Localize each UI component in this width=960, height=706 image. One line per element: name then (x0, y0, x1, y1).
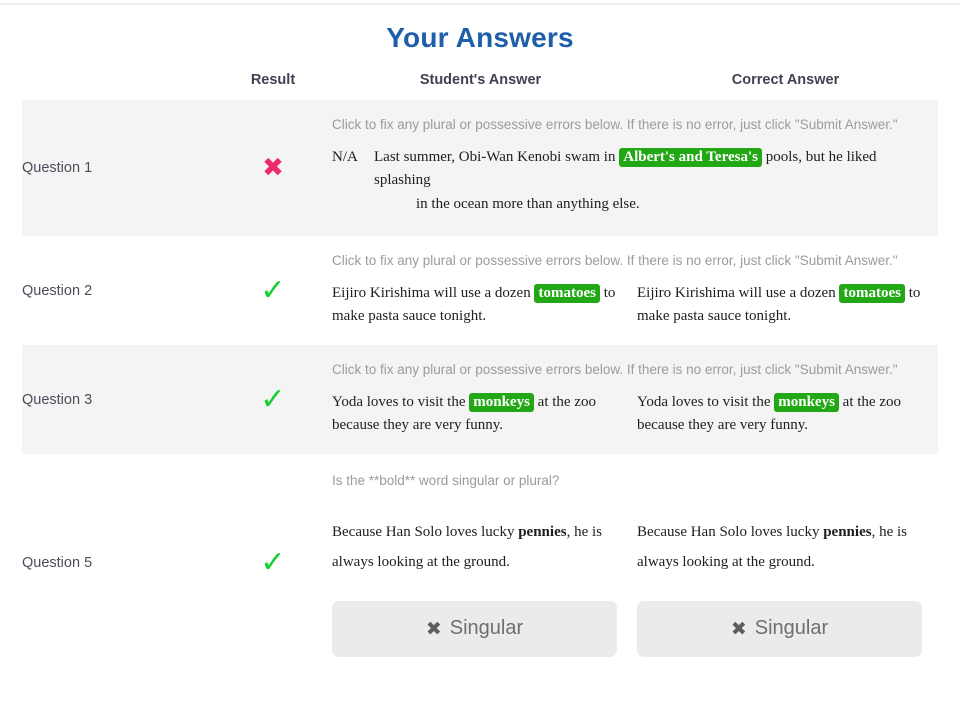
highlighted-answer[interactable]: Albert's and Teresa's (619, 148, 762, 168)
answers-page: Your Answers Result Student's Answer Cor… (0, 0, 960, 706)
check-icon: ✓ (260, 381, 286, 417)
answer-text-before: Because Han Solo loves lucky (637, 523, 820, 540)
student-answer-text: Eijiro Kirishima will use a dozen tomato… (328, 276, 633, 345)
top-divider (0, 3, 960, 5)
question-label: Question 1 (22, 100, 218, 236)
table-header-row: Result Student's Answer Correct Answer (22, 72, 938, 100)
table-row: Question 3 ✓ Click to fix any plural or … (22, 345, 938, 455)
highlighted-answer: tomatoes (839, 284, 905, 304)
student-answer-text: N/A Last summer, Obi-Wan Kenobi swam in … (328, 140, 938, 236)
answers-table: Result Student's Answer Correct Answer Q… (22, 72, 938, 671)
question-label: Question 3 (22, 345, 218, 455)
result-cell: ✓ (218, 235, 328, 346)
answer-content-cell: Is the **bold** word singular or plural?… (328, 454, 938, 671)
check-icon: ✓ (260, 544, 286, 580)
question-prompt: Is the **bold** word singular or plural? (332, 473, 560, 489)
correct-answer-text: Because Han Solo loves lucky pennies, he… (637, 517, 926, 577)
answer-text-before: Because Han Solo loves lucky (332, 523, 515, 540)
bold-word: pennies (823, 523, 872, 540)
cross-icon: ✖ (425, 617, 442, 640)
answer-text-line2: in the ocean more than anything else. (416, 195, 640, 212)
student-choice-button[interactable]: ✖ Singular (332, 600, 617, 657)
check-icon: ✓ (260, 272, 286, 308)
question-prompt: Click to fix any plural or possessive er… (332, 117, 898, 132)
bold-word: pennies (518, 523, 567, 540)
cross-icon: ✖ (730, 617, 747, 640)
answer-text-before: Yoda loves to visit the (332, 394, 466, 411)
result-cell: ✓ (218, 345, 328, 455)
answer-text-before: Yoda loves to visit the (637, 394, 771, 411)
correct-choice-label: Singular (754, 617, 829, 640)
header-correct-answer: Correct Answer (731, 72, 840, 88)
answer-content-cell: Click to fix any plural or possessive er… (328, 100, 938, 236)
question-prompt: Click to fix any plural or possessive er… (332, 252, 898, 268)
header-student-answer: Student's Answer (419, 72, 542, 88)
student-answer-text: Yoda loves to visit the monkeys at the z… (328, 385, 633, 454)
correct-answer-text: Eijiro Kirishima will use a dozen tomato… (633, 276, 938, 345)
highlighted-answer[interactable]: tomatoes (534, 284, 600, 304)
page-title: Your Answers (386, 22, 574, 53)
result-cell: ✖ (218, 100, 328, 236)
question-prompt: Click to fix any plural or possessive er… (332, 362, 898, 378)
table-row: Question 2 ✓ Click to fix any plural or … (22, 235, 938, 346)
cross-icon: ✖ (262, 152, 284, 183)
table-head: Result Student's Answer Correct Answer (22, 72, 938, 100)
answer-content-cell: Click to fix any plural or possessive er… (328, 345, 938, 455)
student-choice-label: Singular (449, 617, 524, 640)
na-label: N/A (332, 149, 358, 166)
result-cell: ✓ (218, 454, 328, 671)
correct-answer-text: Yoda loves to visit the monkeys at the z… (633, 385, 938, 454)
highlighted-answer[interactable]: monkeys (469, 393, 534, 413)
student-answer-text: Because Han Solo loves lucky pennies, he… (332, 517, 621, 577)
answer-text-before: Eijiro Kirishima will use a dozen (637, 285, 836, 302)
question-label: Question 2 (22, 235, 218, 346)
student-answer-block: Because Han Solo loves lucky pennies, he… (328, 517, 633, 671)
correct-choice-button: ✖ Singular (637, 600, 922, 657)
header-result: Result (250, 72, 296, 88)
answer-content-cell: Click to fix any plural or possessive er… (328, 235, 938, 346)
table-row: Question 5 ✓ Is the **bold** word singul… (22, 454, 938, 671)
highlighted-answer: monkeys (774, 393, 839, 413)
header-question (22, 72, 218, 100)
table-body: Question 1 ✖ Click to fix any plural or … (22, 100, 938, 671)
table-row: Question 1 ✖ Click to fix any plural or … (22, 100, 938, 236)
question-label: Question 5 (22, 454, 218, 671)
answer-text-before: Eijiro Kirishima will use a dozen (332, 285, 531, 302)
correct-answer-block: Because Han Solo loves lucky pennies, he… (633, 517, 938, 671)
answer-text-before: Last summer, Obi-Wan Kenobi swam in (374, 149, 616, 166)
